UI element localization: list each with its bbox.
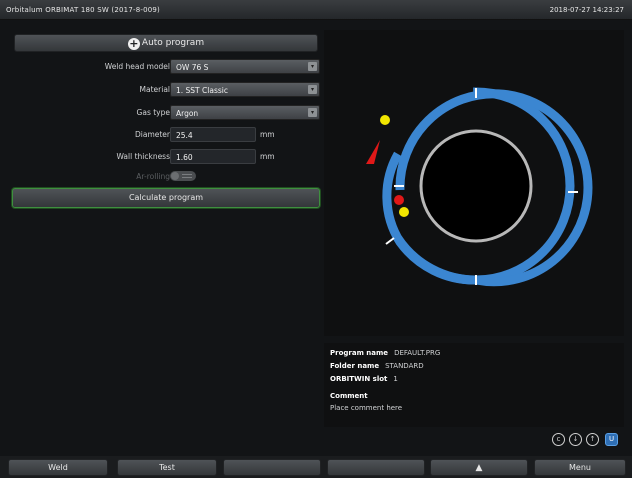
test-button[interactable]: Test — [117, 459, 217, 476]
material-label: Material — [139, 85, 170, 94]
weld-head-row: Weld head model OW 76 S ▾ — [8, 58, 320, 74]
tick-lower-left — [385, 237, 395, 245]
usb-icon[interactable]: U — [605, 433, 618, 446]
calculate-program-label: Calculate program — [128, 193, 204, 202]
title-bar: Orbitalum ORBIMAT 180 SW (2017-8-009) 20… — [0, 0, 632, 20]
weld-head-value: OW 76 S — [176, 63, 209, 72]
toggle-grip — [182, 174, 192, 178]
orbitwin-slot-line: ORBITWIN slot 1 — [330, 375, 398, 383]
weld-head-select[interactable]: OW 76 S ▾ — [170, 59, 320, 74]
softkey-3[interactable] — [223, 459, 321, 476]
gas-type-row: Gas type Argon ▾ — [8, 104, 320, 120]
menu-button[interactable]: Menu — [534, 459, 626, 476]
softkey-4[interactable] — [327, 459, 425, 476]
comment-key: Comment — [330, 392, 368, 400]
diameter-input[interactable]: 25.4 — [170, 127, 256, 142]
tube-cross-section — [419, 129, 533, 243]
program-form: + Auto program Weld head model OW 76 S ▾ … — [8, 30, 320, 450]
upload-circle-icon[interactable]: ↑ — [586, 433, 599, 446]
diameter-row: Diameter 25.4 mm — [8, 126, 320, 142]
orbitwin-slot-key: ORBITWIN slot — [330, 375, 388, 383]
auto-program-label: Auto program — [141, 38, 205, 48]
weld-label: Weld — [48, 463, 68, 472]
wall-thickness-label: Wall thickness — [116, 152, 170, 161]
diameter-unit: mm — [260, 130, 275, 139]
home-button[interactable]: ▲ — [430, 459, 528, 476]
diameter-label: Diameter — [134, 130, 170, 139]
status-icons: c ↓ ↑ U — [552, 433, 622, 447]
c-circle-icon[interactable]: c — [552, 433, 565, 446]
weld-head-label: Weld head model — [104, 62, 170, 71]
weld-button[interactable]: Weld — [8, 459, 108, 476]
wall-thickness-input[interactable]: 1.60 — [170, 149, 256, 164]
comment-value: Place comment here — [330, 404, 403, 412]
orbitwin-slot-value: 1 — [393, 375, 398, 383]
toggle-knob — [171, 172, 179, 180]
program-name-line: Program name DEFAULT.PRG — [330, 349, 440, 357]
weld-position-diagram — [324, 30, 624, 336]
toggle-row: Ar-rolling — [8, 168, 320, 184]
toggle-switch[interactable] — [170, 171, 196, 181]
test-label: Test — [159, 463, 175, 472]
red-marker — [394, 195, 404, 205]
material-select[interactable]: 1. SST Classic ▾ — [170, 82, 320, 97]
wall-thickness-row: Wall thickness 1.60 mm — [8, 148, 320, 164]
dropdown-arrow-icon: ▾ — [308, 62, 317, 71]
menu-label: Menu — [569, 463, 591, 472]
dropdown-arrow-icon: ▾ — [308, 108, 317, 117]
program-info-panel: Program name DEFAULT.PRG Folder name STAND… — [324, 343, 624, 427]
material-value: 1. SST Classic — [176, 86, 228, 95]
clock: 2018-07-27 14:23:27 — [549, 6, 624, 14]
bottom-bar: Weld Test ▲ Menu — [0, 456, 632, 478]
calculate-program-button[interactable]: Calculate program — [12, 188, 320, 208]
toggle-label: Ar-rolling — [136, 172, 170, 181]
download-circle-icon[interactable]: ↓ — [569, 433, 582, 446]
gas-type-select[interactable]: Argon ▾ — [170, 105, 320, 120]
gas-type-label: Gas type — [136, 108, 170, 117]
gas-type-value: Argon — [176, 109, 199, 118]
comment-value-line: Place comment here — [330, 404, 402, 412]
dropdown-arrow-icon: ▾ — [308, 85, 317, 94]
weld-diagram-svg — [366, 87, 593, 287]
yellow-marker-top — [380, 115, 390, 125]
plus-circle-icon: + — [127, 37, 140, 50]
folder-name-key: Folder name — [330, 362, 380, 370]
auto-program-button[interactable]: + Auto program — [14, 34, 318, 52]
folder-name-value: STANDARD — [385, 362, 424, 370]
material-row: Material 1. SST Classic ▾ — [8, 81, 320, 97]
wall-thickness-value: 1.60 — [176, 153, 193, 162]
wall-thickness-unit: mm — [260, 152, 275, 161]
triangle-up-icon: ▲ — [475, 463, 483, 473]
window-title: Orbitalum ORBIMAT 180 SW (2017-8-009) — [6, 6, 160, 14]
comment-line: Comment — [330, 392, 368, 400]
folder-name-line: Folder name STANDARD — [330, 362, 424, 370]
yellow-marker-bottom — [399, 207, 409, 217]
diameter-value: 25.4 — [176, 131, 193, 140]
program-name-key: Program name — [330, 349, 389, 357]
start-marker-icon — [366, 140, 380, 164]
right-panel: Program name DEFAULT.PRG Folder name STAND… — [324, 30, 624, 430]
program-name-value: DEFAULT.PRG — [394, 349, 441, 357]
